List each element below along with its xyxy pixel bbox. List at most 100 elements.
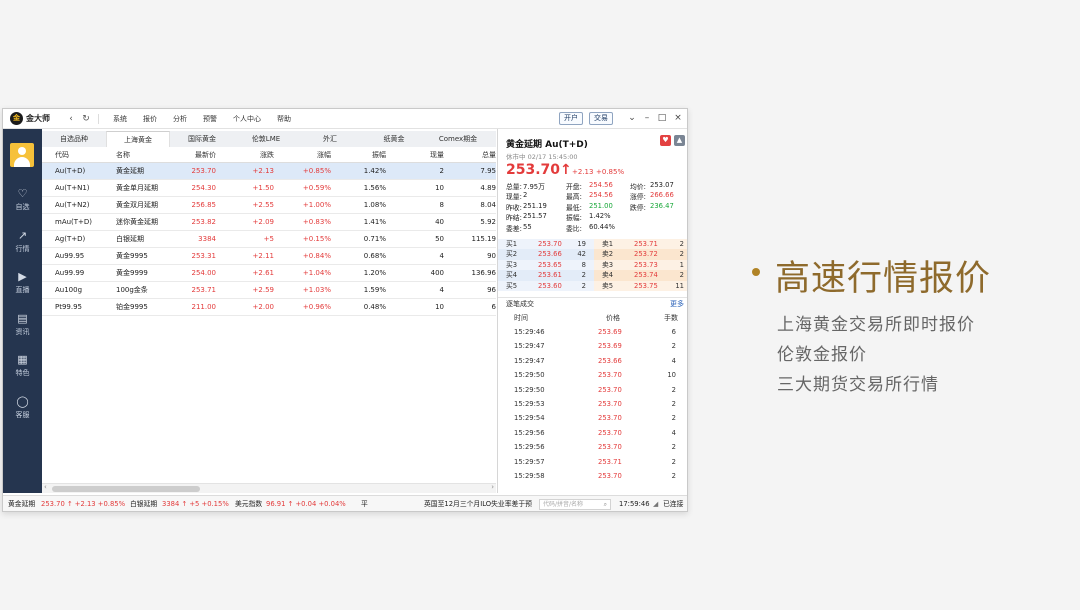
menu-item-profile[interactable]: 个人中心 bbox=[225, 114, 269, 124]
stat-label: 均价: bbox=[630, 183, 646, 191]
stat-value: 7.95万 bbox=[523, 183, 545, 191]
bid-volume: 19 bbox=[577, 240, 586, 248]
menu-item-quotes[interactable]: 报价 bbox=[135, 114, 165, 124]
column-header[interactable]: 涨跌 bbox=[260, 147, 274, 163]
tab-favorites[interactable]: 自选品种 bbox=[42, 131, 106, 147]
search-placeholder: 代码/拼音/名称 bbox=[543, 501, 584, 508]
tick-volume: 2 bbox=[671, 471, 676, 480]
stat-item: 振幅: 1.42% bbox=[566, 212, 611, 222]
back-arrow-icon[interactable]: ‹ bbox=[65, 114, 77, 124]
sidebar-item-service[interactable]: ◯ 客服 bbox=[3, 395, 42, 429]
play-icon: ▶ bbox=[18, 270, 27, 283]
chat-bubble-icon: ◯ bbox=[16, 395, 29, 408]
ticker-value: 96.91 ↑ +0.04 +0.04% bbox=[266, 500, 346, 508]
column-header[interactable]: 名称 bbox=[116, 147, 130, 163]
refresh-icon[interactable]: ↻ bbox=[80, 114, 92, 124]
table-cell: 黄金9995 bbox=[116, 252, 148, 260]
ticks-more-link[interactable]: 更多 bbox=[670, 298, 684, 310]
tab-forex[interactable]: 外汇 bbox=[298, 131, 362, 147]
tab-london-lme[interactable]: 伦敦LME bbox=[234, 131, 298, 147]
sidebar-item-favorites[interactable]: ♡ 自选 bbox=[3, 187, 42, 221]
avatar[interactable] bbox=[10, 143, 34, 167]
table-row[interactable]: Au(T+D) 黄金延期 253.70 +2.13 +0.85% 1.42% 2 7.95 bbox=[42, 163, 496, 180]
column-header[interactable]: 涨幅 bbox=[317, 147, 331, 163]
tab-paper-gold[interactable]: 纸黄金 bbox=[362, 131, 426, 147]
menu-item-system[interactable]: 系统 bbox=[105, 114, 135, 124]
tick-price: 253.69 bbox=[598, 328, 622, 336]
stat-label: 昨结: bbox=[506, 214, 522, 223]
sidebar-item-live[interactable]: ▶ 直播 bbox=[3, 270, 42, 304]
news-ticker[interactable]: 英国至12月三个月ILO失业率差于预 bbox=[424, 496, 532, 511]
scroll-right-icon[interactable]: › bbox=[491, 483, 494, 491]
ticker-value: 3384 ↑ +5 +0.15% bbox=[162, 500, 229, 508]
tick-volume: 2 bbox=[671, 457, 676, 466]
column-header[interactable]: 现量 bbox=[430, 147, 444, 163]
bid-price: 253.66 bbox=[538, 250, 562, 259]
table-row[interactable]: Au100g 100g金条 253.71 +2.59 +1.03% 1.59% 4 96 bbox=[42, 282, 496, 299]
tab-shanghai-gold[interactable]: 上海黄金 bbox=[106, 131, 170, 147]
search-icon[interactable]: ⌕ bbox=[604, 500, 607, 509]
column-header[interactable]: 代码 bbox=[55, 147, 69, 163]
stat-value: 254.56 bbox=[589, 181, 613, 189]
tab-intl-gold[interactable]: 国际黄金 bbox=[170, 131, 234, 147]
table-row[interactable]: Ag(T+D) 白银延期 3384 +5 +0.15% 0.71% 50 115.19 bbox=[42, 231, 496, 248]
table-row[interactable]: Au99.95 黄金9995 253.31 +2.11 +0.84% 0.68% 4 90 bbox=[42, 248, 496, 265]
bid-volume: 42 bbox=[577, 250, 586, 259]
table-cell: Au(T+N2) bbox=[55, 201, 90, 209]
stat-value: 2 bbox=[523, 191, 528, 200]
table-cell: 1.20% bbox=[363, 269, 386, 277]
close-icon[interactable]: × bbox=[672, 112, 684, 124]
sidebar-item-features[interactable]: ▦ 特色 bbox=[3, 353, 42, 387]
column-header[interactable]: 最新价 bbox=[195, 147, 216, 163]
table-cell: 96 bbox=[487, 286, 496, 294]
sidebar: ♡ 自选 ↗ 行情 ▶ 直播 ▤ 资讯 ▦ 特色 ◯ 客服 bbox=[3, 129, 42, 493]
menu-item-alerts[interactable]: 预警 bbox=[195, 114, 225, 124]
alert-bell-icon[interactable]: ▲ bbox=[674, 135, 685, 146]
maximize-icon[interactable]: □ bbox=[656, 112, 668, 124]
table-row[interactable]: Au(T+N2) 黄金双月延期 256.85 +2.55 +1.00% 1.08% 8 8.0… bbox=[42, 197, 496, 214]
tab-comex[interactable]: Comex期金 bbox=[426, 131, 490, 147]
stat-label: 昨收: bbox=[506, 203, 522, 212]
table-row[interactable]: Au99.99 黄金9999 254.00 +2.61 +1.04% 1.20% 400 13… bbox=[42, 265, 496, 282]
tick-row: 15:29:46 253.69 6 bbox=[498, 325, 687, 339]
sidebar-item-news[interactable]: ▤ 资讯 bbox=[3, 312, 42, 346]
open-account-button[interactable]: 开户 bbox=[559, 112, 583, 125]
signal-icon: ◢ bbox=[653, 500, 659, 508]
table-row[interactable]: Pt99.95 铂金9995 211.00 +2.00 +0.96% 0.48% 10 6 bbox=[42, 299, 496, 316]
scrollbar-thumb[interactable] bbox=[52, 486, 200, 492]
stat-label: 跌停: bbox=[630, 203, 646, 212]
ticker-name[interactable]: 白银延期 bbox=[130, 496, 157, 511]
ticker-name[interactable]: 美元指数 bbox=[235, 496, 262, 511]
bar-chart-icon: ▦ bbox=[17, 353, 28, 366]
menu-icon[interactable]: ⌄ bbox=[626, 112, 638, 124]
favorite-heart-icon[interactable]: ♥ bbox=[660, 135, 671, 146]
clock: 17:59:46 bbox=[619, 500, 650, 508]
column-header[interactable]: 总量 bbox=[482, 147, 496, 163]
market-status: 休市中 02/17 15:45:00 bbox=[506, 153, 578, 161]
ticker-name[interactable]: 黄金延期 bbox=[8, 496, 35, 511]
tick-volume: 2 bbox=[671, 443, 676, 452]
menu-item-analysis[interactable]: 分析 bbox=[165, 114, 195, 124]
ask-price: 253.75 bbox=[634, 281, 658, 290]
table-row[interactable]: Au(T+N1) 黄金单月延期 254.30 +1.50 +0.59% 1.56% 10 4.… bbox=[42, 180, 496, 197]
search-input[interactable]: 代码/拼音/名称 ⌕ bbox=[539, 499, 611, 510]
bid-label: 买5 bbox=[506, 281, 518, 290]
tick-price: 253.70 bbox=[598, 399, 622, 408]
quote-table: 代码 名称 最新价 涨跌 涨幅 振幅 现量 总量 Au(T+D) 黄金延期 253.… bbox=[42, 147, 496, 483]
table-row[interactable]: mAu(T+D) 迷你黄金延期 253.82 +2.09 +0.83% 1.41% 40 5.… bbox=[42, 214, 496, 231]
sidebar-item-quotes[interactable]: ↗ 行情 bbox=[3, 229, 42, 263]
bid-label: 买1 bbox=[506, 240, 518, 248]
trade-button[interactable]: 交易 bbox=[589, 112, 613, 125]
column-header[interactable]: 振幅 bbox=[372, 147, 386, 163]
ticks-list: 15:29:46 253.69 6 15:29:47 253.69 2 15:29:47 25… bbox=[498, 325, 687, 483]
horizontal-scrollbar[interactable]: ‹ › bbox=[42, 483, 496, 493]
table-header: 代码 名称 最新价 涨跌 涨幅 振幅 现量 总量 bbox=[42, 147, 496, 163]
ask-volume: 1 bbox=[679, 260, 684, 269]
column-header: 手数 bbox=[664, 314, 678, 322]
tick-time: 15:29:46 bbox=[514, 328, 545, 336]
minimize-icon[interactable]: – bbox=[641, 112, 653, 124]
scroll-left-icon[interactable]: ‹ bbox=[44, 483, 47, 491]
menu-item-help[interactable]: 帮助 bbox=[269, 114, 299, 124]
ask-volume: 2 bbox=[679, 240, 684, 248]
main-menu: 系统 报价 分析 预警 个人中心 帮助 bbox=[105, 114, 299, 124]
